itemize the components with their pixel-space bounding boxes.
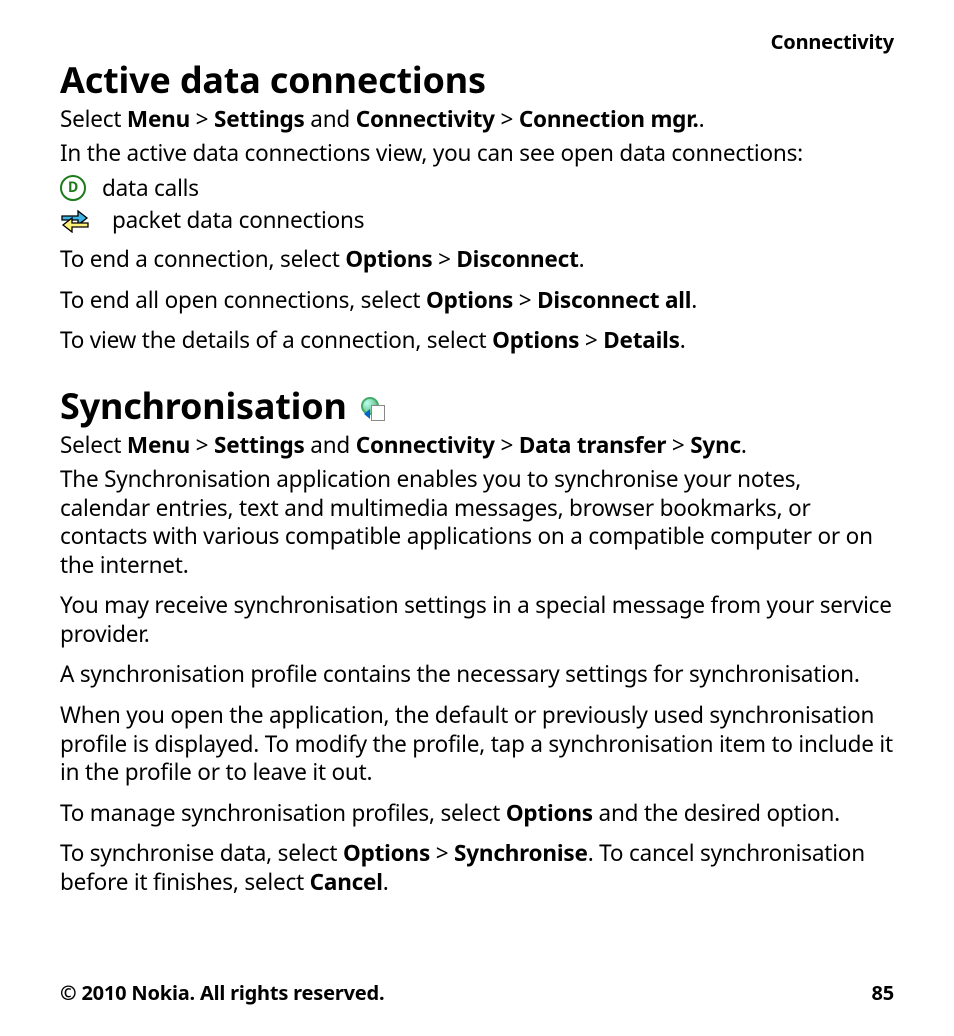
para-end-connection: To end a connection, select Options > Di… xyxy=(60,245,894,274)
nav-path-active-connections: Select Menu > Settings and Connectivity … xyxy=(60,105,894,134)
heading-active-data-connections: Active data connections xyxy=(60,61,894,99)
legend-data-calls-label: data calls xyxy=(102,174,199,203)
sync-para-3: A synchronisation profile contains the n… xyxy=(60,660,894,689)
legend-packet-data: packet data connections xyxy=(60,206,894,235)
sync-para-2: You may receive synchronisation settings… xyxy=(60,591,894,648)
para-end-all: To end all open connections, select Opti… xyxy=(60,286,894,315)
copyright-text: © 2010 Nokia. All rights reserved. xyxy=(60,979,384,1006)
nav-path-sync: Select Menu > Settings and Connectivity … xyxy=(60,431,894,460)
sync-para-4: When you open the application, the defau… xyxy=(60,701,894,787)
packet-data-icon xyxy=(60,209,90,233)
sync-manage-profiles: To manage synchronisation profiles, sele… xyxy=(60,799,894,828)
heading-synchronisation: Synchronisation xyxy=(60,387,894,425)
sync-para-1: The Synchronisation application enables … xyxy=(60,465,894,579)
heading-synchronisation-text: Synchronisation xyxy=(60,387,347,425)
data-call-icon: D xyxy=(60,175,86,201)
legend-packet-data-label: packet data connections xyxy=(112,206,364,235)
manual-page: Connectivity Active data connections Sel… xyxy=(0,0,954,1036)
para-view-details: To view the details of a connection, sel… xyxy=(60,326,894,355)
section-breadcrumb: Connectivity xyxy=(60,28,894,55)
page-footer: © 2010 Nokia. All rights reserved. 85 xyxy=(60,979,894,1006)
sync-do-sync: To synchronise data, select Options > Sy… xyxy=(60,839,894,896)
intro-text: In the active data connections view, you… xyxy=(60,139,894,168)
legend-data-calls: D data calls xyxy=(60,174,894,203)
page-number: 85 xyxy=(872,979,894,1006)
sync-app-icon xyxy=(361,397,385,421)
